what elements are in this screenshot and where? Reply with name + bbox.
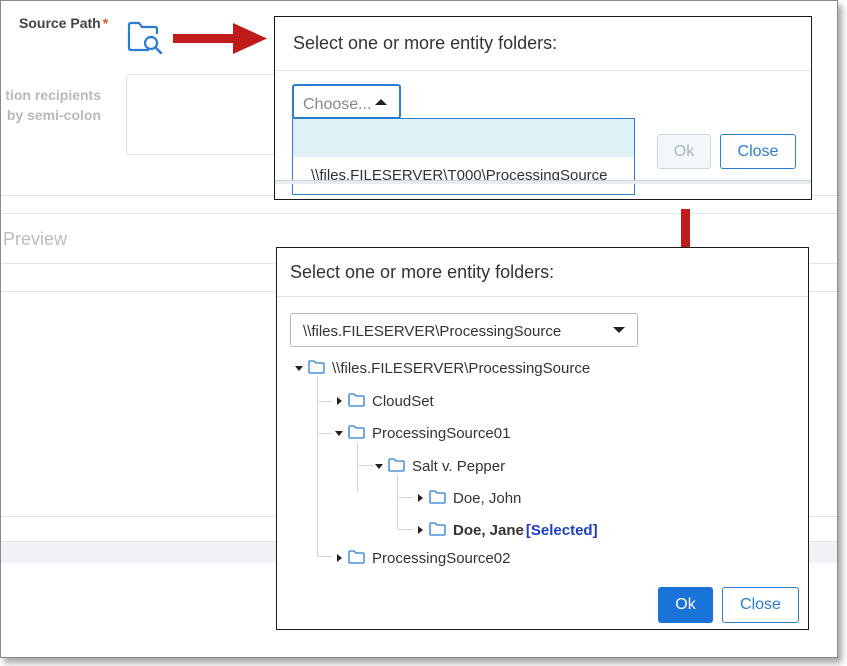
expand-arrow-icon[interactable] xyxy=(337,554,342,562)
tree-guide xyxy=(397,529,414,530)
choose-folder-dropdown[interactable]: Choose... xyxy=(292,84,401,119)
source-path-label: Source Path * xyxy=(19,15,108,31)
source-select[interactable]: \\files.FILESERVER\ProcessingSource xyxy=(290,313,638,347)
dialog-header-divider xyxy=(275,70,811,71)
selected-tag: [Selected] xyxy=(525,522,598,539)
tree-guide xyxy=(317,401,333,402)
required-mark: * xyxy=(102,15,109,31)
close-button[interactable]: Close xyxy=(720,134,796,169)
caret-down-icon xyxy=(613,327,625,333)
folder-icon xyxy=(348,425,365,439)
expand-arrow-icon[interactable] xyxy=(418,526,423,534)
app-window: Source Path * tion recipients by semi-col… xyxy=(0,0,838,658)
tree-guide xyxy=(317,433,333,434)
preview-heading: Preview xyxy=(3,229,68,249)
collapse-arrow-icon[interactable] xyxy=(295,366,303,371)
collapse-arrow-icon[interactable] xyxy=(375,464,383,469)
recipients-label: tion recipients by semi-colon xyxy=(5,85,101,125)
divider xyxy=(1,213,837,214)
browse-folder-button[interactable] xyxy=(127,19,165,55)
tree-node-label: Doe, Jane xyxy=(453,522,524,539)
recipients-textarea[interactable] xyxy=(126,74,286,155)
tree-guide xyxy=(317,376,318,556)
dialog-footer-rule xyxy=(275,180,811,184)
entity-folder-dialog-tree: Select one or more entity folders: \\fil… xyxy=(276,247,809,630)
dropdown-option[interactable]: \\files.FILESERVER\T000\ProcessingSource xyxy=(293,157,634,195)
entity-folder-dialog-dropdown: Select one or more entity folders: Choos… xyxy=(274,16,812,200)
dialog-header-divider xyxy=(277,296,808,297)
folder-icon xyxy=(308,360,325,374)
caret-up-icon xyxy=(375,99,387,105)
choose-placeholder: Choose... xyxy=(303,96,372,113)
tree-node-label: CloudSet xyxy=(372,393,434,410)
expand-arrow-icon[interactable] xyxy=(418,494,423,502)
folder-search-icon xyxy=(127,21,163,55)
close-button[interactable]: Close xyxy=(722,587,799,623)
tree-guide xyxy=(317,556,333,557)
source-path-text: Source Path xyxy=(19,15,101,31)
tree-guide xyxy=(357,465,374,466)
folder-icon xyxy=(348,393,365,407)
recipients-label-line1: tion recipients xyxy=(5,87,101,103)
folder-icon xyxy=(429,490,446,504)
tree-node-label: ProcessingSource02 xyxy=(372,550,511,567)
tree-node-label: Salt v. Pepper xyxy=(412,458,506,475)
tree-guide xyxy=(357,442,358,492)
dialog-title: Select one or more entity folders: xyxy=(290,262,555,282)
tree-guide xyxy=(397,474,398,529)
collapse-arrow-icon[interactable] xyxy=(335,431,343,436)
source-select-value: \\files.FILESERVER\ProcessingSource xyxy=(303,323,562,340)
dropdown-option-blank[interactable] xyxy=(293,119,634,157)
tree-node-label: ProcessingSource01 xyxy=(372,425,511,442)
tree-node-label-selected: Doe, Jane [Selected] xyxy=(453,522,598,539)
expand-arrow-icon[interactable] xyxy=(337,397,342,405)
tree-guide xyxy=(397,497,414,498)
folder-icon xyxy=(429,522,446,536)
ok-button-disabled[interactable]: Ok xyxy=(657,134,711,169)
folder-icon xyxy=(348,550,365,564)
recipients-label-line2: by semi-colon xyxy=(6,107,101,123)
dialog-title: Select one or more entity folders: xyxy=(293,33,558,53)
ok-button[interactable]: Ok xyxy=(658,587,713,623)
folder-icon xyxy=(388,458,405,472)
red-arrow-right xyxy=(173,23,267,54)
tree-node-label: \\files.FILESERVER\ProcessingSource xyxy=(332,360,591,377)
tree-node-label: Doe, John xyxy=(453,490,522,507)
